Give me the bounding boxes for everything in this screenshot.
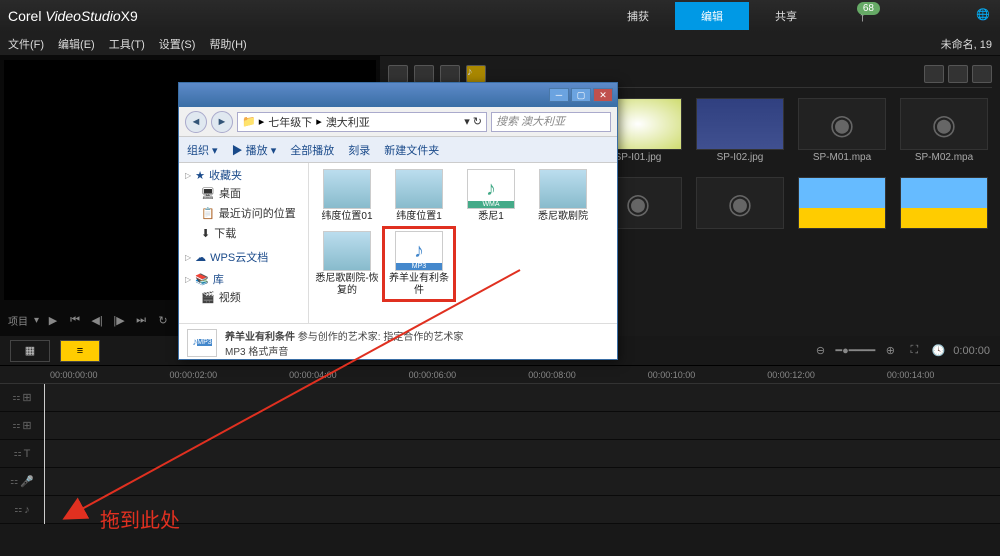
track-labels: ⚏⊞ ⚏⊞ ⚏T ⚏🎤 ⚏♪ — [0, 384, 44, 524]
list-view-icon[interactable] — [924, 65, 944, 83]
next-frame-button[interactable]: |▶ — [111, 312, 127, 328]
workspace-tabs: 捕获 编辑 共享 ↑ — [601, 2, 892, 30]
close-button[interactable]: ✕ — [593, 88, 613, 102]
preview-mode-toggle[interactable]: ▾ — [34, 315, 39, 326]
view-controls — [924, 65, 992, 83]
zoom-slider[interactable]: ━●━━━━ — [836, 344, 876, 357]
library-item[interactable]: SP-M01.mpa — [798, 98, 886, 163]
track-title[interactable]: ⚏T — [0, 440, 44, 468]
forward-button[interactable]: ► — [211, 111, 233, 133]
library-item[interactable] — [696, 177, 784, 242]
detail-meta2: MP3 格式声音 — [225, 343, 463, 358]
timeline-body[interactable] — [44, 384, 1000, 524]
loop-button[interactable]: ↻ — [155, 312, 171, 328]
explorer-menu: 组织 ▾ ▶ 播放 ▾ 全部播放 刻录 新建文件夹 — [179, 137, 617, 163]
detail-filename: 养羊业有利条件 — [225, 332, 295, 343]
explorer-nav: ◄ ► 📁 ▸ 七年级下 ▸ 澳大利亚 ▾ ↻ 搜索 澳大利亚 — [179, 107, 617, 137]
preview-mode-label: 项目 — [8, 313, 28, 328]
explorer-tree: ★ 收藏夹 🖥 桌面 📋 最近访问的位置 ⬇ 下载 ☁ WPS云文档 📚 库 🎬… — [179, 163, 309, 323]
play-menu[interactable]: ▶ 播放 ▾ — [232, 142, 277, 158]
music-icon[interactable]: ♪ — [466, 65, 486, 83]
burn-button[interactable]: 刻录 — [348, 142, 370, 158]
file-type-icon: ♪MP3 — [187, 329, 217, 357]
tree-downloads[interactable]: ⬇ 下载 — [185, 223, 302, 243]
tree-video[interactable]: 🎬 视频 — [185, 287, 302, 307]
menu-help[interactable]: 帮助(H) — [209, 36, 246, 52]
sort-icon[interactable] — [972, 65, 992, 83]
folder-icon[interactable] — [388, 65, 408, 83]
menu-settings[interactable]: 设置(S) — [159, 36, 196, 52]
timeline-view-button[interactable]: ≡ — [60, 340, 100, 362]
timeline-ruler[interactable]: 00:00:00:0000:00:02:0000:00:04:0000:00:0… — [0, 366, 1000, 384]
library-item[interactable] — [900, 177, 988, 242]
menu-edit[interactable]: 编辑(E) — [58, 36, 95, 52]
track-music[interactable]: ⚏♪ — [0, 496, 44, 524]
notification-badge[interactable]: 68 — [857, 2, 880, 15]
file-explorer-window: ─ ▢ ✕ ◄ ► 📁 ▸ 七年级下 ▸ 澳大利亚 ▾ ↻ 搜索 澳大利亚 组织… — [178, 82, 618, 360]
app-logo: Corel VideoStudioX9 — [8, 8, 138, 24]
tab-share[interactable]: 共享 — [749, 2, 823, 30]
file-item[interactable]: WMA悉尼1 — [459, 169, 523, 223]
track-overlay[interactable]: ⚏⊞ — [0, 412, 44, 440]
tree-recent[interactable]: 📋 最近访问的位置 — [185, 203, 302, 223]
library-item[interactable]: SP-I02.jpg — [696, 98, 784, 163]
menu-tools[interactable]: 工具(T) — [109, 36, 145, 52]
tab-capture[interactable]: 捕获 — [601, 2, 675, 30]
zoom-in-icon[interactable]: ⊕ — [881, 342, 899, 360]
file-item[interactable]: 纬度位置1 — [387, 169, 451, 223]
organize-menu[interactable]: 组织 ▾ — [187, 142, 218, 158]
maximize-button[interactable]: ▢ — [571, 88, 591, 102]
storyboard-view-button[interactable]: ▦ — [10, 340, 50, 362]
timeline-tracks: ⚏⊞ ⚏⊞ ⚏T ⚏🎤 ⚏♪ — [0, 384, 1000, 524]
goto-start-button[interactable]: ⏮ — [67, 312, 83, 328]
library-item[interactable]: SP-M02.mpa — [900, 98, 988, 163]
menu-file[interactable]: 文件(F) — [8, 36, 44, 52]
play-button[interactable]: ▶ — [45, 312, 61, 328]
grid-view-icon[interactable] — [948, 65, 968, 83]
track-video[interactable]: ⚏⊞ — [0, 384, 44, 412]
address-bar[interactable]: 📁 ▸ 七年级下 ▸ 澳大利亚 ▾ ↻ — [237, 112, 487, 132]
tree-library[interactable]: 📚 库 — [185, 271, 302, 287]
tab-edit[interactable]: 编辑 — [675, 2, 749, 30]
explorer-body: ★ 收藏夹 🖥 桌面 📋 最近访问的位置 ⬇ 下载 ☁ WPS云文档 📚 库 🎬… — [179, 163, 617, 323]
media-icon[interactable] — [414, 65, 434, 83]
fit-project-icon[interactable]: ⛶ — [905, 342, 923, 360]
goto-end-button[interactable]: ⏭ — [133, 312, 149, 328]
filter-icon[interactable] — [440, 65, 460, 83]
menubar: 文件(F) 编辑(E) 工具(T) 设置(S) 帮助(H) 未命名, 19 — [0, 32, 1000, 56]
search-input[interactable]: 搜索 澳大利亚 — [491, 112, 611, 132]
file-item[interactable]: 悉尼歌剧院-恢复的 — [315, 231, 379, 297]
prev-frame-button[interactable]: ◀| — [89, 312, 105, 328]
window-titlebar[interactable]: ─ ▢ ✕ — [179, 83, 617, 107]
zoom-out-icon[interactable]: ⊖ — [812, 342, 830, 360]
file-item[interactable]: 悉尼歌剧院 — [531, 169, 595, 223]
annotation-text: 拖到此处 — [100, 504, 180, 533]
timecode-display[interactable]: 0:00:00 — [953, 345, 990, 357]
new-folder-button[interactable]: 新建文件夹 — [384, 142, 439, 158]
project-name: 未命名, 19 — [941, 36, 992, 52]
globe-icon[interactable]: 🌐 — [976, 8, 990, 21]
file-item[interactable]: MP3养羊业有利条件 — [387, 231, 451, 297]
detail-meta1: 参与创作的艺术家: 指定合作的艺术家 — [298, 332, 464, 343]
tree-wps[interactable]: ☁ WPS云文档 — [185, 249, 302, 265]
details-pane: ♪MP3 养羊业有利条件 参与创作的艺术家: 指定合作的艺术家 MP3 格式声音 — [179, 323, 617, 361]
file-list[interactable]: 纬度位置01纬度位置1WMA悉尼1悉尼歌剧院悉尼歌剧院-恢复的MP3养羊业有利条… — [309, 163, 617, 323]
back-button[interactable]: ◄ — [185, 111, 207, 133]
minimize-button[interactable]: ─ — [549, 88, 569, 102]
clock-icon: 🕓 — [929, 342, 947, 360]
file-item[interactable]: 纬度位置01 — [315, 169, 379, 223]
tree-desktop[interactable]: 🖥 桌面 — [185, 183, 302, 203]
play-all-button[interactable]: 全部播放 — [290, 142, 334, 158]
track-voice[interactable]: ⚏🎤 — [0, 468, 44, 496]
library-item[interactable] — [798, 177, 886, 242]
playhead[interactable] — [44, 384, 45, 524]
tree-favorites[interactable]: ★ 收藏夹 — [185, 167, 302, 183]
titlebar: Corel VideoStudioX9 捕获 编辑 共享 ↑ 68 🌐 — [0, 0, 1000, 32]
